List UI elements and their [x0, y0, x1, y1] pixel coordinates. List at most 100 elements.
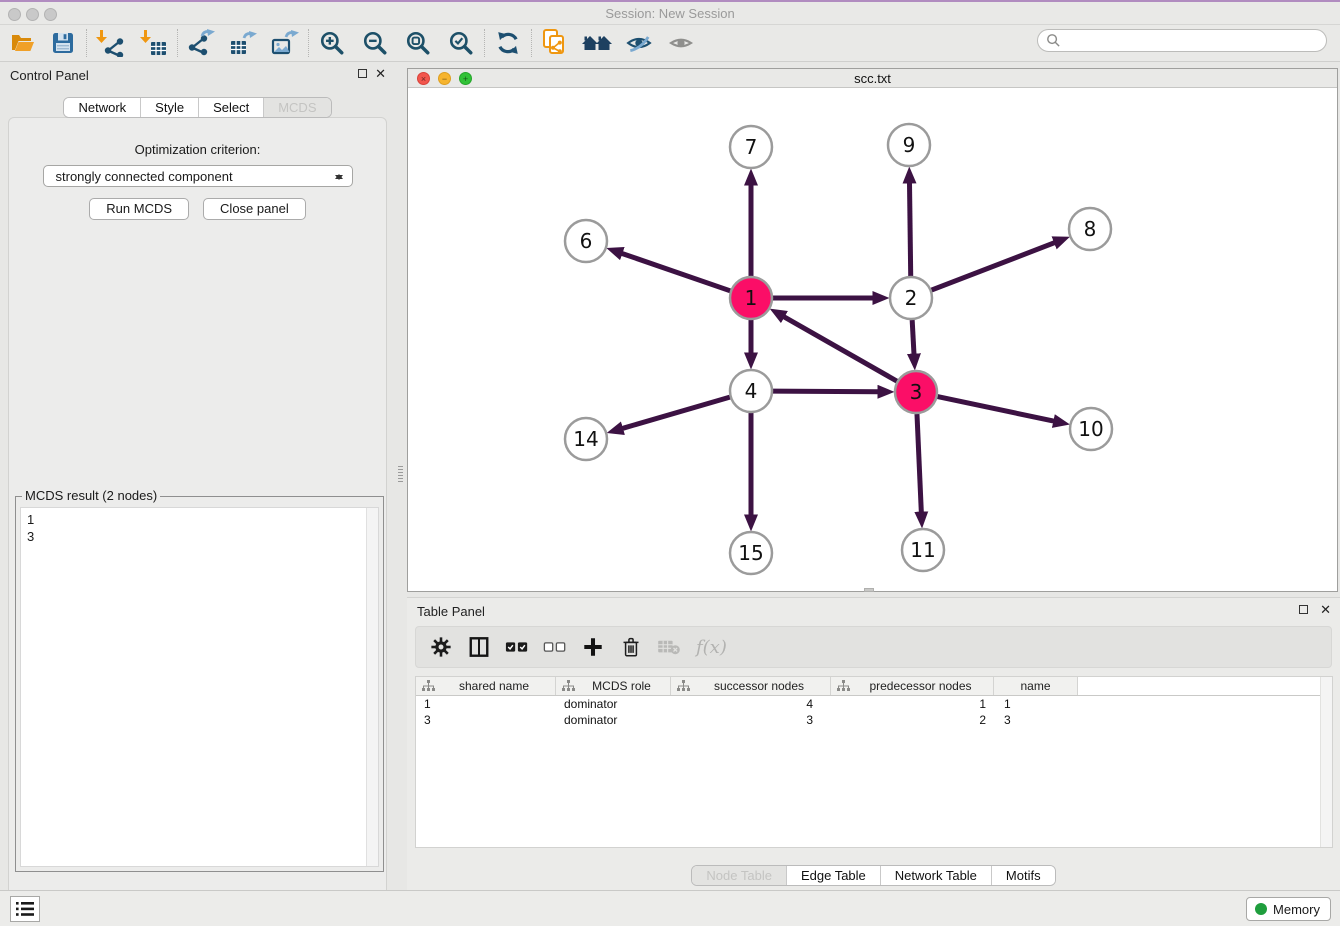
zoom-out-icon[interactable]: [358, 28, 392, 58]
graph-node-7[interactable]: 7: [730, 126, 772, 168]
close-panel-button[interactable]: Close panel: [203, 198, 306, 220]
window-titlebar: Session: New Session: [0, 0, 1340, 25]
export-network-icon[interactable]: [184, 28, 218, 58]
cell-name[interactable]: 3: [994, 712, 1078, 728]
delete-table-icon[interactable]: [656, 634, 682, 660]
toolbar-separator: [484, 29, 485, 57]
select-chevrons-icon: [334, 169, 344, 185]
network-canvas[interactable]: 1 2 3 4 6 7 8 9 10 11 14 15: [408, 88, 1337, 591]
tab-select[interactable]: Select: [199, 98, 264, 117]
search-field[interactable]: [1037, 29, 1327, 52]
float-panel-icon[interactable]: [358, 69, 367, 78]
tab-node-table[interactable]: Node Table: [692, 866, 787, 885]
zoom-fit-icon[interactable]: [401, 28, 435, 58]
table-panel-title: Table Panel: [417, 604, 485, 619]
memory-label: Memory: [1273, 902, 1320, 917]
table-options-gear-icon[interactable]: [428, 634, 454, 660]
graph-node-9[interactable]: 9: [888, 124, 930, 166]
clone-network-icon[interactable]: [538, 28, 572, 58]
zoom-in-icon[interactable]: [315, 28, 349, 58]
cell-successor-nodes[interactable]: 4: [671, 696, 831, 712]
table-header-row: shared nameMCDS rolesuccessor nodesprede…: [416, 677, 1332, 696]
memory-button[interactable]: Memory: [1246, 897, 1331, 921]
graph-node-8[interactable]: 8: [1069, 208, 1111, 250]
graph-node-1[interactable]: 1: [730, 277, 772, 319]
graph-edge-2-3[interactable]: [912, 320, 914, 355]
float-table-panel-icon[interactable]: [1299, 605, 1308, 614]
cell-successor-nodes[interactable]: 3: [671, 712, 831, 728]
table-scrollbar[interactable]: [1320, 677, 1332, 847]
tab-motifs[interactable]: Motifs: [992, 866, 1055, 885]
vertical-splitter[interactable]: [395, 62, 407, 890]
tab-mcds[interactable]: MCDS: [264, 98, 330, 117]
search-input[interactable]: [1061, 31, 1326, 50]
cell-shared-name[interactable]: 1: [416, 696, 556, 712]
graph-node-11[interactable]: 11: [902, 529, 944, 571]
deselect-all-columns-icon[interactable]: [542, 634, 568, 660]
hide-panel-eye-icon[interactable]: [622, 28, 656, 58]
graph-node-3[interactable]: 3: [895, 371, 937, 413]
graph-edge-4-14[interactable]: [622, 397, 730, 429]
tab-style[interactable]: Style: [141, 98, 199, 117]
delete-columns-trash-icon[interactable]: [618, 634, 644, 660]
cell-predecessor-nodes[interactable]: 1: [831, 696, 994, 712]
graph-edge-3-11[interactable]: [917, 414, 921, 513]
run-mcds-button[interactable]: Run MCDS: [89, 198, 189, 220]
save-session-icon[interactable]: [46, 28, 80, 58]
select-all-columns-icon[interactable]: [504, 634, 530, 660]
toolbar-separator: [86, 29, 87, 57]
import-network-icon[interactable]: [93, 28, 127, 58]
mcds-result-area[interactable]: 1 3: [20, 507, 379, 867]
column-header-MCDS-role[interactable]: MCDS role: [556, 677, 671, 695]
optimization-criterion-select[interactable]: strongly connected component: [43, 165, 353, 187]
mcds-result-group: MCDS result (2 nodes) 1 3: [15, 496, 384, 872]
close-panel-icon[interactable]: ✕: [375, 66, 386, 82]
graph-node-label: 11: [910, 538, 935, 562]
graph-node-label: 15: [738, 541, 763, 565]
graph-node-6[interactable]: 6: [565, 220, 607, 262]
graph-edge-1-6[interactable]: [621, 253, 730, 291]
column-header-predecessor-nodes[interactable]: predecessor nodes: [831, 677, 994, 695]
add-column-icon[interactable]: [580, 634, 606, 660]
task-history-button[interactable]: [10, 896, 40, 922]
graph-edge-2-8[interactable]: [932, 242, 1056, 290]
graph-node-2[interactable]: 2: [890, 277, 932, 319]
graph-node-10[interactable]: 10: [1070, 408, 1112, 450]
tab-network[interactable]: Network: [64, 98, 141, 117]
column-header-name[interactable]: name: [994, 677, 1078, 695]
zoom-selected-icon[interactable]: [444, 28, 478, 58]
apply-function-icon[interactable]: f(x): [696, 637, 727, 658]
export-image-icon[interactable]: [268, 28, 302, 58]
network-resize-handle[interactable]: [864, 588, 874, 592]
show-panel-eye-icon[interactable]: [664, 28, 698, 58]
graph-edge-2-9[interactable]: [909, 182, 910, 276]
tab-network-table[interactable]: Network Table: [881, 866, 992, 885]
toolbar-separator: [177, 29, 178, 57]
cell-MCDS-role[interactable]: dominator: [556, 696, 671, 712]
control-panel-title: Control Panel: [10, 68, 89, 83]
control-panel: Control Panel ✕ NetworkStyleSelectMCDS O…: [0, 62, 395, 890]
cell-MCDS-role[interactable]: dominator: [556, 712, 671, 728]
network-window-titlebar[interactable]: × − + scc.txt: [408, 69, 1337, 88]
result-scrollbar[interactable]: [366, 508, 378, 866]
graph-edge-4-3[interactable]: [773, 391, 879, 392]
open-session-icon[interactable]: [6, 28, 40, 58]
graph-node-4[interactable]: 4: [730, 370, 772, 412]
column-header-shared-name[interactable]: shared name: [416, 677, 556, 695]
splitter-grip-icon: [398, 466, 403, 482]
cell-shared-name[interactable]: 3: [416, 712, 556, 728]
import-table-icon[interactable]: [137, 28, 171, 58]
graph-node-15[interactable]: 15: [730, 532, 772, 574]
cell-predecessor-nodes[interactable]: 2: [831, 712, 994, 728]
home-icon[interactable]: [580, 28, 614, 58]
export-table-icon[interactable]: [226, 28, 260, 58]
graph-edge-3-1[interactable]: [783, 316, 897, 381]
graph-edge-3-10[interactable]: [938, 397, 1055, 422]
column-header-successor-nodes[interactable]: successor nodes: [671, 677, 831, 695]
column-visibility-icon[interactable]: [466, 634, 492, 660]
close-table-panel-icon[interactable]: ✕: [1320, 602, 1331, 618]
tab-edge-table[interactable]: Edge Table: [787, 866, 881, 885]
graph-node-14[interactable]: 14: [565, 418, 607, 460]
cell-name[interactable]: 1: [994, 696, 1078, 712]
refresh-icon[interactable]: [491, 28, 525, 58]
